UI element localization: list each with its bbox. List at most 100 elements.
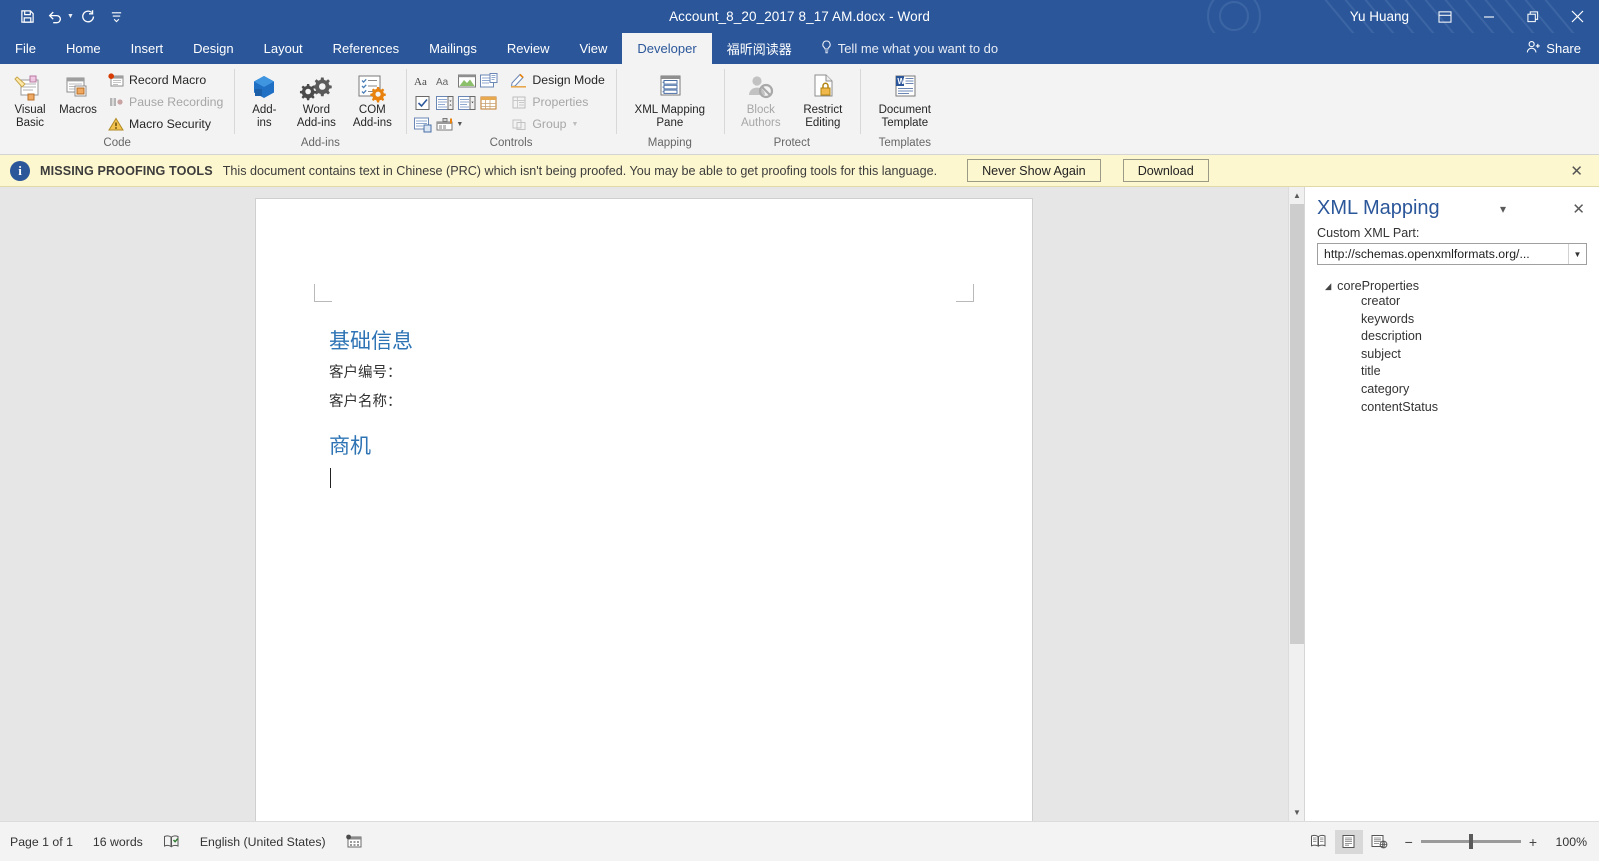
custom-xml-part-select[interactable]: http://schemas.openxmlformats.org/... ▼: [1317, 243, 1587, 265]
restrict-editing-button[interactable]: Restrict Editing: [792, 68, 854, 130]
language-indicator[interactable]: English (United States): [190, 835, 336, 849]
xml-tree-item-contentstatus[interactable]: contentStatus: [1317, 399, 1587, 417]
picture-content-control-button[interactable]: [456, 70, 477, 91]
close-pane-icon[interactable]: ✕: [1566, 200, 1587, 218]
group-title-controls: Controls: [489, 137, 533, 149]
xml-tree-item-creator[interactable]: creator: [1317, 293, 1587, 311]
tab-developer[interactable]: Developer: [622, 33, 712, 64]
svg-text:Aa: Aa: [414, 76, 427, 88]
print-layout-view-button[interactable]: [1334, 829, 1363, 854]
undo-button[interactable]: [42, 5, 68, 29]
zoom-out-button[interactable]: −: [1405, 834, 1413, 850]
zoom-level[interactable]: 100%: [1549, 835, 1587, 849]
lightbulb-icon: [821, 40, 832, 57]
tab-foxit-reader[interactable]: 福昕阅读器: [712, 33, 807, 64]
ribbon-group-mapping: XML Mapping Pane Mapping: [615, 64, 724, 154]
com-add-ins-label-1: COM: [358, 104, 386, 116]
ribbon-display-options-button[interactable]: [1423, 0, 1467, 33]
tab-home[interactable]: Home: [51, 33, 116, 64]
document-content[interactable]: 基础信息 客户编号： 客户名称： 商机: [329, 327, 952, 488]
checkbox-content-control-button[interactable]: [412, 92, 433, 113]
xml-tree-item-description[interactable]: description: [1317, 328, 1587, 346]
tell-me-search[interactable]: Tell me what you want to do: [807, 33, 1012, 64]
tab-layout[interactable]: Layout: [249, 33, 318, 64]
customize-quick-access-toolbar-button[interactable]: [104, 5, 130, 29]
xml-mapping-pane-button[interactable]: XML Mapping Pane: [622, 68, 718, 130]
xml-tree-root-label: coreProperties: [1337, 279, 1420, 293]
close-notification-icon[interactable]: ✕: [1570, 162, 1589, 180]
document-spacer: [329, 412, 952, 432]
tab-references[interactable]: References: [318, 33, 414, 64]
proofing-errors-icon[interactable]: [153, 834, 190, 849]
document-page[interactable]: 基础信息 客户编号： 客户名称： 商机: [256, 199, 1032, 833]
macros-icon: [62, 71, 94, 104]
add-ins-button[interactable]: Add- ins: [240, 68, 288, 130]
download-button[interactable]: Download: [1122, 159, 1209, 182]
never-show-again-button[interactable]: Never Show Again: [967, 159, 1101, 182]
word-count[interactable]: 16 words: [83, 835, 153, 849]
read-mode-view-button[interactable]: [1305, 830, 1333, 854]
minimize-button[interactable]: [1467, 0, 1511, 33]
scrollbar-thumb[interactable]: [1290, 204, 1304, 644]
visual-basic-button[interactable]: Visual Basic: [6, 68, 54, 130]
zoom-slider-thumb[interactable]: [1468, 834, 1473, 849]
document-template-button[interactable]: W Document Template: [866, 68, 944, 130]
zoom-slider[interactable]: − +: [1405, 834, 1537, 850]
xml-mapping-pane-label-1: XML Mapping: [634, 104, 706, 116]
xml-tree-root[interactable]: ◢ coreProperties: [1317, 279, 1587, 293]
record-macro-button[interactable]: Record Macro: [102, 69, 228, 91]
group-title-protect: Protect: [773, 137, 811, 149]
repeating-section-content-control-button[interactable]: [412, 114, 433, 135]
xml-tree-item-subject[interactable]: subject: [1317, 346, 1587, 364]
date-picker-content-control-button[interactable]: [478, 92, 499, 113]
design-mode-label: Design Mode: [532, 73, 605, 87]
scroll-up-arrow-icon[interactable]: ▲: [1289, 187, 1305, 204]
legacy-tools-dropdown-icon[interactable]: ▼: [456, 121, 463, 128]
tab-mailings[interactable]: Mailings: [414, 33, 492, 64]
controls-small-buttons: Design Mode Properties Group ▼: [499, 68, 609, 135]
close-button[interactable]: [1555, 0, 1599, 33]
xml-tree-item-keywords[interactable]: keywords: [1317, 311, 1587, 329]
tab-insert[interactable]: Insert: [116, 33, 179, 64]
text-cursor: [330, 467, 331, 488]
missing-proofing-tools-bar: i MISSING PROOFING TOOLS This document c…: [0, 155, 1599, 187]
tab-design[interactable]: Design: [178, 33, 248, 64]
xml-tree-item-category[interactable]: category: [1317, 381, 1587, 399]
rich-text-content-control-button[interactable]: Aa: [412, 70, 433, 91]
undo-dropdown-icon[interactable]: ▼: [67, 13, 74, 20]
share-button[interactable]: Share: [1514, 35, 1593, 62]
info-icon: i: [10, 160, 30, 181]
restore-button[interactable]: [1511, 0, 1555, 33]
document-vertical-scrollbar[interactable]: ▲ ▼: [1288, 187, 1305, 821]
ribbon-tabs: File Home Insert Design Layout Reference…: [0, 33, 1599, 64]
record-macro-status-icon[interactable]: [336, 834, 373, 849]
scroll-down-arrow-icon[interactable]: ▼: [1289, 804, 1305, 821]
legacy-tools-button[interactable]: [434, 114, 455, 135]
chevron-down-icon[interactable]: ▼: [1568, 244, 1586, 264]
drop-down-list-content-control-button[interactable]: [456, 92, 477, 113]
redo-button[interactable]: [76, 5, 102, 29]
zoom-in-button[interactable]: +: [1529, 834, 1537, 850]
pause-recording-label: Pause Recording: [129, 95, 224, 109]
expand-collapse-triangle-icon[interactable]: ◢: [1325, 281, 1331, 291]
design-mode-button[interactable]: Design Mode: [505, 69, 609, 91]
save-button[interactable]: [14, 5, 40, 29]
macro-security-button[interactable]: Macro Security: [102, 113, 228, 135]
tab-file[interactable]: File: [0, 33, 51, 64]
com-add-ins-button[interactable]: COM Add-ins: [344, 68, 400, 130]
zoom-slider-track[interactable]: [1420, 834, 1521, 849]
pane-options-dropdown-icon[interactable]: ▾: [1494, 202, 1512, 216]
page-indicator[interactable]: Page 1 of 1: [0, 835, 83, 849]
combo-box-content-control-button[interactable]: [434, 92, 455, 113]
tab-review[interactable]: Review: [492, 33, 565, 64]
plain-text-content-control-button[interactable]: Aa: [434, 70, 455, 91]
document-line-1: 客户编号：: [329, 365, 402, 382]
building-block-gallery-content-control-button[interactable]: [478, 70, 499, 91]
word-add-ins-button[interactable]: Word Add-ins: [288, 68, 344, 130]
xml-tree-item-title[interactable]: title: [1317, 363, 1587, 381]
user-account-name[interactable]: Yu Huang: [1350, 9, 1409, 24]
tab-view[interactable]: View: [564, 33, 622, 64]
macros-button[interactable]: Macros: [54, 68, 102, 117]
web-layout-view-button[interactable]: [1365, 830, 1393, 854]
group-button: Group ▼: [505, 113, 609, 135]
